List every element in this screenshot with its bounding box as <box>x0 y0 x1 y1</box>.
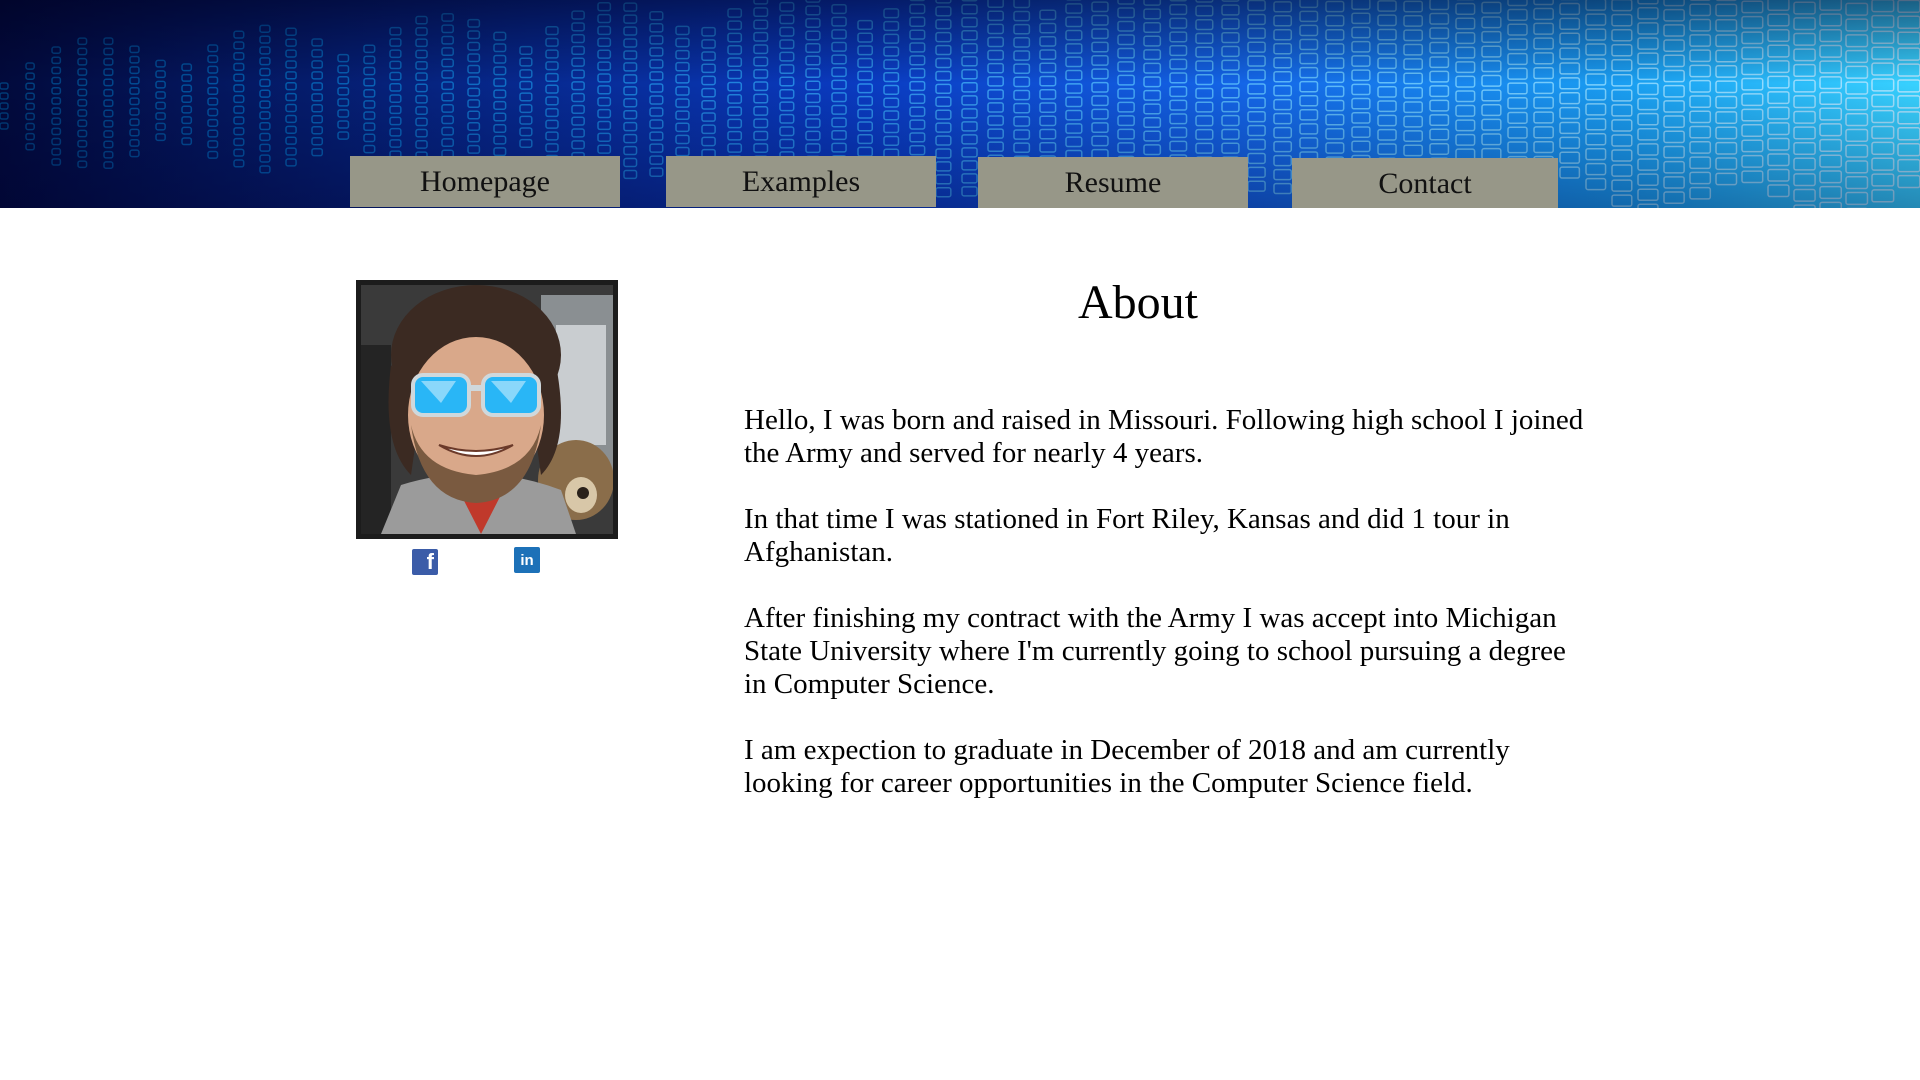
about-paragraph: I am expection to graduate in December o… <box>744 734 1510 799</box>
header-banner: Homepage Examples Resume Contact <box>0 0 1920 208</box>
page-title: About <box>1078 276 1198 329</box>
nav-homepage-button[interactable]: Homepage <box>350 156 620 207</box>
nav-resume-button[interactable]: Resume <box>978 157 1248 208</box>
about-paragraph: After finishing my contract with the Arm… <box>744 602 1566 700</box>
about-paragraph: Hello, I was born and raised in Missouri… <box>744 404 1584 469</box>
nav-examples-button[interactable]: Examples <box>666 156 936 207</box>
facebook-icon[interactable]: f <box>412 549 438 575</box>
profile-photo <box>356 280 618 539</box>
about-paragraph: In that time I was stationed in Fort Ril… <box>744 503 1510 568</box>
nav-contact-button[interactable]: Contact <box>1292 158 1558 208</box>
linkedin-icon[interactable]: in <box>514 547 540 573</box>
about-text: Hello, I was born and raised in Missouri… <box>744 404 1594 833</box>
